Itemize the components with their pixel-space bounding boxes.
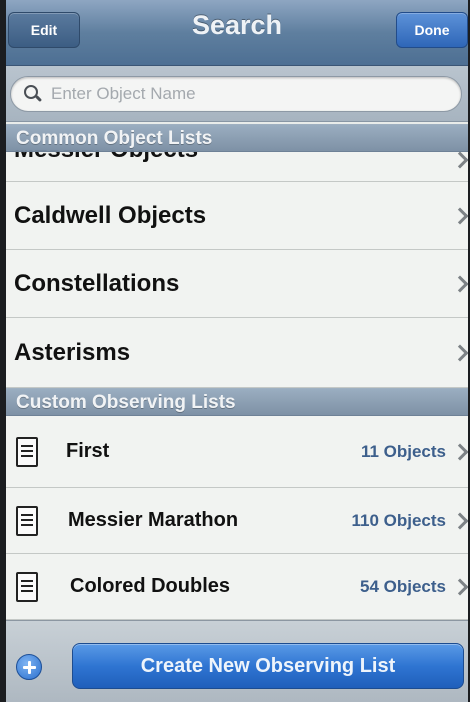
chevron-right-icon (451, 344, 468, 361)
list-item-label: Messier Marathon (68, 509, 239, 531)
search-input[interactable] (51, 84, 431, 104)
list-item-colored-doubles[interactable]: Colored Doubles 54 Objects (6, 554, 468, 620)
section-header-common: Common Object Lists (6, 124, 468, 152)
search-icon (23, 84, 43, 104)
list-item-constellations[interactable]: Constellations (6, 250, 468, 318)
done-button[interactable]: Done (396, 12, 468, 48)
list-item-messier-marathon[interactable]: Messier Marathon 110 Objects (6, 488, 468, 554)
object-count: 11 Objects (360, 441, 446, 461)
chevron-right-icon (451, 151, 468, 169)
list-item-first[interactable]: First 11 Objects (6, 416, 468, 488)
list-item-label: Asterisms (14, 338, 131, 366)
document-icon (16, 505, 38, 536)
document-icon (16, 571, 38, 602)
list-item-label: First (66, 440, 110, 462)
search-bar (6, 66, 468, 122)
object-count: 110 Objects (351, 510, 446, 530)
document-icon (16, 436, 38, 467)
chevron-right-icon (451, 578, 468, 595)
list-item-label: Colored Doubles (70, 575, 231, 597)
object-count: 54 Objects (360, 576, 446, 596)
bottom-toolbar: Create New Observing List (6, 620, 468, 702)
list-item-asterisms[interactable]: Asterisms (6, 318, 468, 388)
list-item-caldwell-objects[interactable]: Caldwell Objects (6, 182, 468, 250)
list-item-label: Caldwell Objects (14, 201, 207, 229)
add-icon[interactable] (16, 654, 42, 680)
list-item-label: Constellations (14, 269, 180, 297)
create-list-button[interactable]: Create New Observing List (72, 643, 464, 689)
navigation-bar: Edit Search Done (6, 0, 468, 66)
search-field[interactable] (10, 76, 462, 112)
chevron-right-icon (451, 512, 468, 529)
section-header-custom: Custom Observing Lists (6, 388, 468, 416)
chevron-right-icon (451, 275, 468, 292)
search-screen: Edit Search Done Common Object Lists Mes… (6, 0, 468, 702)
chevron-right-icon (451, 443, 468, 460)
chevron-right-icon (451, 207, 468, 224)
list-item-messier-objects[interactable]: Messier Objects (6, 150, 468, 182)
